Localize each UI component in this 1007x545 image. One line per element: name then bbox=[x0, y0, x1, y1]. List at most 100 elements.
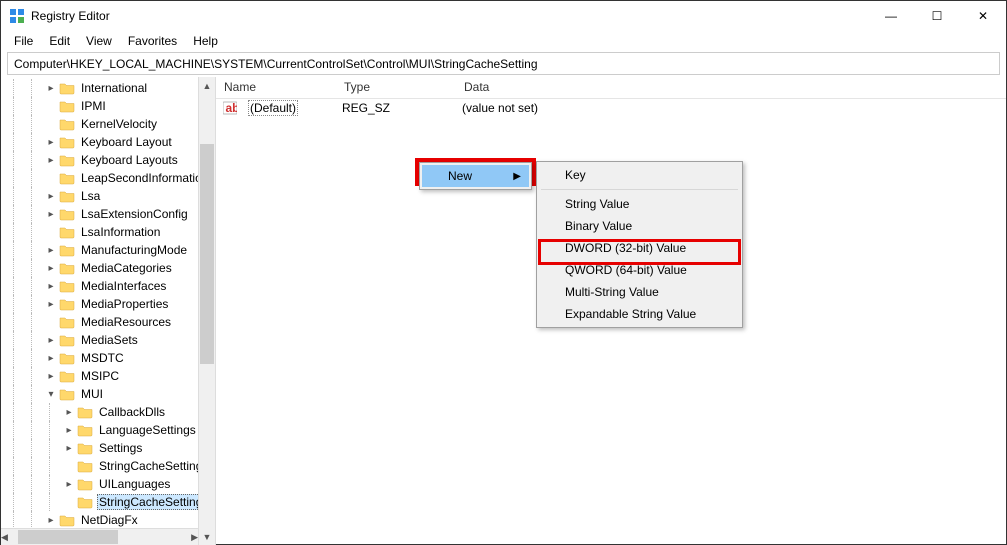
menu-view[interactable]: View bbox=[79, 32, 119, 50]
expander-icon[interactable] bbox=[45, 118, 57, 130]
tree-item[interactable]: ▸LanguageSettings bbox=[1, 421, 215, 439]
scrollbar-right-icon[interactable]: ▶ bbox=[191, 529, 198, 545]
value-data: (value not set) bbox=[462, 101, 538, 115]
tree-item[interactable]: ▸ Keyboard Layout bbox=[1, 133, 215, 151]
minimize-button[interactable]: — bbox=[868, 1, 914, 31]
tree-item[interactable]: ▸CallbackDlls bbox=[1, 403, 215, 421]
tree-item[interactable]: ▸ NetDiagFx bbox=[1, 511, 215, 529]
folder-icon bbox=[77, 441, 93, 455]
expander-icon[interactable]: ▸ bbox=[45, 262, 57, 274]
expander-icon[interactable] bbox=[45, 316, 57, 328]
window-title: Registry Editor bbox=[31, 9, 110, 23]
expander-icon[interactable]: ▸ bbox=[45, 208, 57, 220]
expander-icon[interactable]: ▸ bbox=[63, 406, 75, 418]
expander-icon[interactable]: ▸ bbox=[45, 298, 57, 310]
string-value-icon: ab bbox=[222, 100, 238, 116]
expander-icon[interactable]: ▸ bbox=[45, 82, 57, 94]
expander-icon[interactable]: ▸ bbox=[63, 478, 75, 490]
expander-icon[interactable]: ▸ bbox=[45, 154, 57, 166]
context-menu-item[interactable]: String Value bbox=[539, 193, 740, 215]
tree-item[interactable]: ▸ManufacturingMode bbox=[1, 241, 215, 259]
list-row[interactable]: ab (Default) REG_SZ (value not set) bbox=[216, 99, 1006, 117]
tree-item[interactable]: ▸ MSIPC bbox=[1, 367, 215, 385]
tree-item-label: NetDiagFx bbox=[79, 513, 140, 527]
tree-item[interactable]: ▸LsaExtensionConfig bbox=[1, 205, 215, 223]
tree-item[interactable]: ▸MSDTC bbox=[1, 349, 215, 367]
context-menu-item-new[interactable]: New ▶ bbox=[422, 165, 529, 187]
content: ▸InternationalIPMIKernelVelocity▸Keyboar… bbox=[1, 77, 1006, 545]
context-menu-item[interactable]: Binary Value bbox=[539, 215, 740, 237]
tree-item[interactable]: ▾MUI bbox=[1, 385, 215, 403]
menubar: File Edit View Favorites Help bbox=[1, 31, 1006, 51]
folder-icon bbox=[59, 225, 75, 239]
address-bar[interactable]: Computer\HKEY_LOCAL_MACHINE\SYSTEM\Curre… bbox=[7, 52, 1000, 75]
scrollbar-up-icon[interactable]: ▲ bbox=[199, 77, 215, 94]
scrollbar-h-thumb[interactable] bbox=[18, 530, 118, 544]
expander-icon[interactable] bbox=[45, 226, 57, 238]
tree-item[interactable]: StringCacheSettings bbox=[1, 457, 215, 475]
expander-icon[interactable]: ▸ bbox=[45, 190, 57, 202]
tree-vertical-scrollbar[interactable]: ▲ ▼ bbox=[198, 77, 215, 545]
column-data[interactable]: Data bbox=[456, 77, 1006, 98]
context-menu-item[interactable]: Key bbox=[539, 164, 740, 186]
expander-icon[interactable]: ▸ bbox=[45, 280, 57, 292]
menu-file[interactable]: File bbox=[7, 32, 40, 50]
folder-icon bbox=[77, 477, 93, 491]
menu-favorites[interactable]: Favorites bbox=[121, 32, 184, 50]
context-menu-new: New ▶ bbox=[419, 162, 532, 190]
column-name[interactable]: Name bbox=[216, 77, 336, 98]
tree-item-label: MediaSets bbox=[79, 333, 140, 347]
expander-icon[interactable]: ▸ bbox=[45, 370, 57, 382]
tree-horizontal-scrollbar[interactable]: ◀ ▶ bbox=[1, 528, 198, 545]
tree-item[interactable]: ▸Lsa bbox=[1, 187, 215, 205]
tree-item[interactable]: LeapSecondInformation bbox=[1, 169, 215, 187]
tree-item[interactable]: ▸UILanguages bbox=[1, 475, 215, 493]
tree-item[interactable]: IPMI bbox=[1, 97, 215, 115]
expander-icon[interactable]: ▸ bbox=[45, 514, 57, 526]
expander-icon[interactable]: ▸ bbox=[45, 334, 57, 346]
tree-item[interactable]: ▸ MediaInterfaces bbox=[1, 277, 215, 295]
tree-item[interactable]: ▸MediaProperties bbox=[1, 295, 215, 313]
tree-item[interactable]: ▸ MediaSets bbox=[1, 331, 215, 349]
tree-item[interactable]: MediaResources bbox=[1, 313, 215, 331]
expander-icon[interactable]: ▸ bbox=[45, 136, 57, 148]
expander-icon[interactable]: ▾ bbox=[45, 388, 57, 400]
expander-icon[interactable]: ▸ bbox=[45, 352, 57, 364]
tree-item[interactable]: ▸Settings bbox=[1, 439, 215, 457]
expander-icon[interactable] bbox=[45, 100, 57, 112]
expander-icon[interactable] bbox=[45, 172, 57, 184]
scrollbar-v-track[interactable] bbox=[199, 94, 215, 528]
tree-item-label: Keyboard Layout bbox=[79, 135, 174, 149]
menu-help[interactable]: Help bbox=[186, 32, 225, 50]
context-menu-item[interactable]: DWORD (32-bit) Value bbox=[539, 237, 740, 259]
scrollbar-v-thumb[interactable] bbox=[200, 144, 214, 364]
scrollbar-down-icon[interactable]: ▼ bbox=[199, 528, 215, 545]
tree[interactable]: ▸InternationalIPMIKernelVelocity▸Keyboar… bbox=[1, 77, 215, 529]
tree-item-label: MSIPC bbox=[79, 369, 121, 383]
menu-edit[interactable]: Edit bbox=[42, 32, 77, 50]
tree-item[interactable]: KernelVelocity bbox=[1, 115, 215, 133]
tree-item[interactable]: ▸International bbox=[1, 79, 215, 97]
context-menu-item[interactable]: QWORD (64-bit) Value bbox=[539, 259, 740, 281]
expander-icon[interactable] bbox=[63, 460, 75, 472]
tree-item-label: IPMI bbox=[79, 99, 108, 113]
tree-item-label: MediaInterfaces bbox=[79, 279, 168, 293]
expander-icon[interactable] bbox=[63, 496, 75, 508]
tree-item[interactable]: LsaInformation bbox=[1, 223, 215, 241]
scrollbar-left-icon[interactable]: ◀ bbox=[1, 529, 8, 545]
tree-item[interactable]: ▸MediaCategories bbox=[1, 259, 215, 277]
folder-icon bbox=[59, 297, 75, 311]
column-type[interactable]: Type bbox=[336, 77, 456, 98]
expander-icon[interactable]: ▸ bbox=[63, 424, 75, 436]
expander-icon[interactable]: ▸ bbox=[63, 442, 75, 454]
folder-icon bbox=[59, 261, 75, 275]
context-menu-item[interactable]: Expandable String Value bbox=[539, 303, 740, 325]
expander-icon[interactable]: ▸ bbox=[45, 244, 57, 256]
scrollbar-h-track[interactable] bbox=[8, 529, 191, 545]
close-button[interactable]: ✕ bbox=[960, 1, 1006, 31]
tree-item[interactable]: StringCacheSetting bbox=[1, 493, 215, 511]
maximize-button[interactable]: ☐ bbox=[914, 1, 960, 31]
folder-icon bbox=[59, 387, 75, 401]
tree-item[interactable]: ▸Keyboard Layouts bbox=[1, 151, 215, 169]
context-menu-item[interactable]: Multi-String Value bbox=[539, 281, 740, 303]
